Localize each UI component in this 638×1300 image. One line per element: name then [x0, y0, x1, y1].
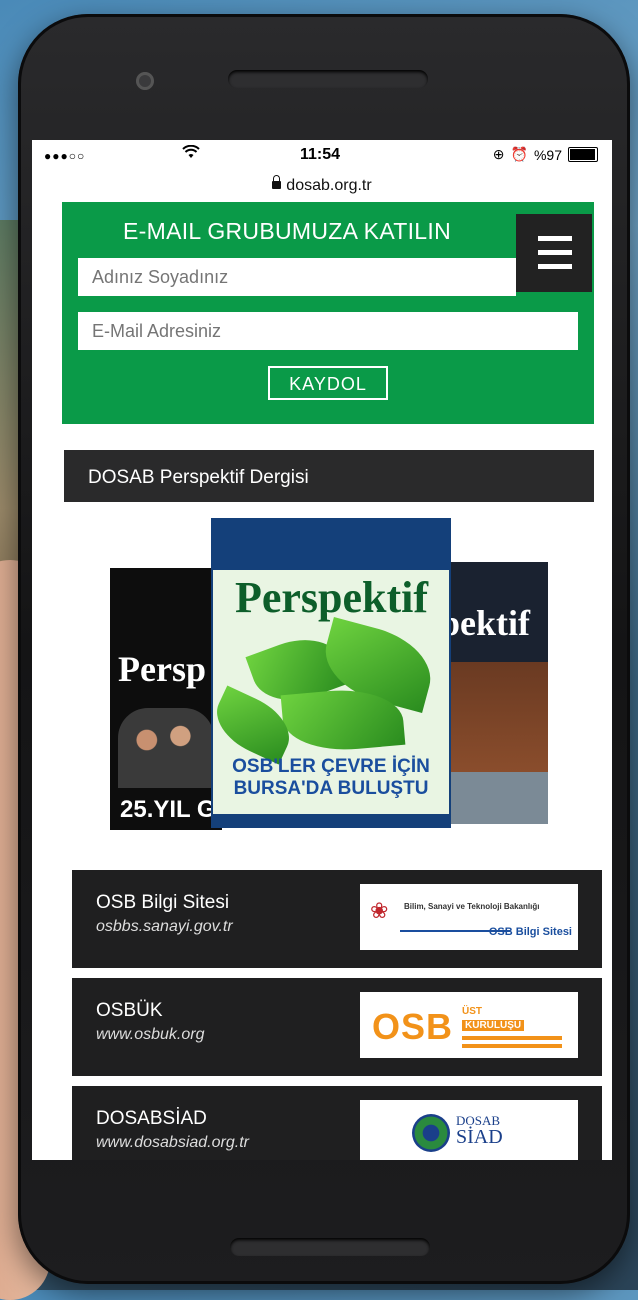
hamburger-menu-icon[interactable]: [516, 214, 592, 292]
alarm-icon: ⏰: [510, 146, 528, 162]
link-row-osbbs[interactable]: OSB Bilgi Sitesi osbbs.sanayi.gov.tr ❀ B…: [72, 870, 602, 968]
newsletter-panel: E-MAIL GRUBUMUZA KATILIN KAYDOL: [62, 202, 594, 424]
link-url[interactable]: www.dosabsiad.org.tr: [96, 1134, 249, 1152]
osbuk-logo[interactable]: OSB ÜST KURULUŞU: [360, 992, 578, 1058]
status-icons: ⊕ ⏰ %97: [493, 146, 598, 163]
email-input[interactable]: [78, 312, 578, 350]
cover-logo: Persp: [118, 649, 206, 689]
signal-strength: ●●●○○: [44, 149, 86, 163]
phone-screen: ●●●○○ 11:54 ⊕ ⏰ %97 dosab.org.tr E-MAIL …: [32, 140, 612, 1160]
cover-headline-line: BURSA'DA BULUŞTU: [233, 778, 429, 799]
dosabsiad-logo[interactable]: DOSAB SİAD: [360, 1100, 578, 1160]
wifi-icon: [182, 144, 200, 164]
link-name: OSBÜK: [96, 1000, 163, 1021]
submit-button[interactable]: KAYDOL: [268, 366, 388, 400]
gear-icon: [412, 1114, 450, 1152]
logo-ust-text: ÜST: [462, 1006, 482, 1017]
logo-ministry-text: Bilim, Sanayi ve Teknoloji Bakanlığı: [404, 902, 540, 911]
address-bar[interactable]: dosab.org.tr: [32, 172, 612, 202]
cover-logo: Perspektif: [235, 573, 429, 622]
cover-headline-line: OSB'LER ÇEVRE İÇİN: [232, 756, 430, 777]
link-url[interactable]: osbbs.sanayi.gov.tr: [96, 918, 233, 936]
ministry-emblem-icon: ❀: [370, 898, 389, 923]
battery-percent: %97: [533, 146, 562, 163]
link-row-osbuk[interactable]: OSBÜK www.osbuk.org OSB ÜST KURULUŞU: [72, 978, 602, 1076]
logo-kurulusu-text: KURULUŞU: [462, 1020, 525, 1031]
logo-stripe: [462, 1036, 562, 1040]
newsletter-title: E-MAIL GRUBUMUZA KATILIN: [123, 218, 451, 244]
logo-text: DOSAB SİAD: [456, 1114, 503, 1147]
front-camera: [136, 72, 154, 90]
clock: 11:54: [300, 146, 341, 163]
bottom-speaker: [230, 1238, 430, 1256]
magazine-cover-center[interactable]: Perspektif OSB'LER ÇEVRE İÇİN BURSA'DA B…: [213, 520, 449, 826]
status-bar: ●●●○○ 11:54 ⊕ ⏰ %97: [32, 140, 612, 172]
magazine-section-title: DOSAB Perspektif Dergisi: [64, 450, 594, 502]
battery-icon: [568, 147, 598, 162]
cover-logo: pektif: [440, 603, 530, 643]
magazine-cover-left[interactable]: Persp 25.YIL G: [110, 568, 222, 830]
logo-label: OSB Bilgi Sitesi: [488, 926, 572, 938]
url-text: dosab.org.tr: [286, 177, 372, 194]
cover-footer-strip: [213, 814, 449, 826]
cover-photo-bottom: [432, 772, 548, 824]
link-row-dosabsiad[interactable]: DOSABSİAD www.dosabsiad.org.tr DOSAB SİA…: [72, 1086, 602, 1160]
screen-rotation-lock-icon: ⊕: [492, 146, 505, 162]
lock-icon: [272, 174, 282, 189]
link-name: DOSABSİAD: [96, 1108, 207, 1129]
cover-headline: 25.YIL G: [120, 796, 216, 823]
web-page: E-MAIL GRUBUMUZA KATILIN KAYDOL DOSAB Pe…: [32, 202, 612, 1160]
osbbs-logo[interactable]: ❀ Bilim, Sanayi ve Teknoloji Bakanlığı O…: [360, 884, 578, 950]
cover-photo: [118, 708, 214, 788]
link-url[interactable]: www.osbuk.org: [96, 1026, 205, 1044]
link-name: OSB Bilgi Sitesi: [96, 892, 230, 913]
cover-photo: [432, 662, 548, 772]
cover-headline: OSB'LER ÇEVRE İÇİN BURSA'DA BULUŞTU: [213, 756, 449, 800]
earpiece-speaker: [228, 70, 428, 88]
magazine-cover-right[interactable]: pektif: [432, 562, 548, 824]
logo-line: SİAD: [456, 1126, 503, 1148]
logo-stripe: [462, 1044, 562, 1048]
logo-main-text: OSB: [372, 1006, 454, 1047]
cover-header-strip: [213, 520, 449, 570]
name-input[interactable]: [78, 258, 516, 296]
